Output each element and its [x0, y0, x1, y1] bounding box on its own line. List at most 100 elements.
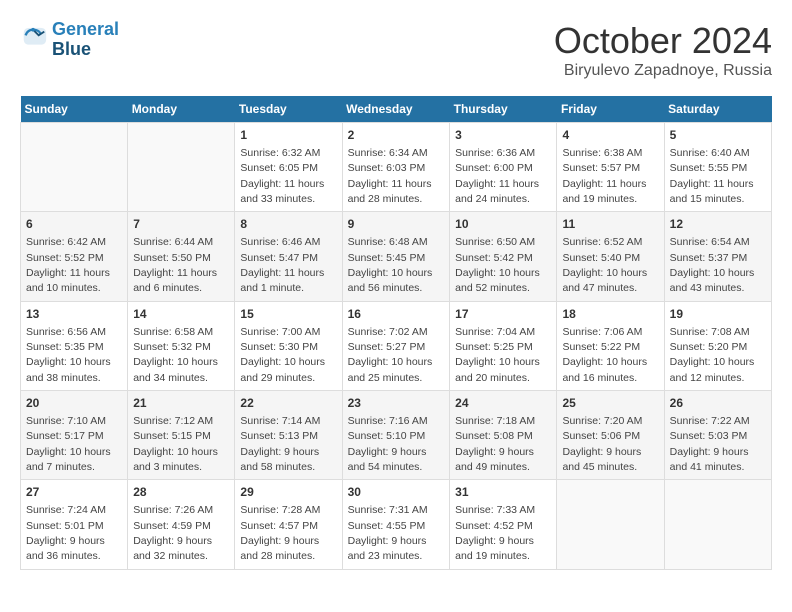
calendar-cell: 31 Sunrise: 7:33 AM Sunset: 4:52 PM Dayli… [450, 480, 557, 569]
day-number: 19 [670, 306, 766, 323]
weekday-header-monday: Monday [128, 96, 235, 123]
calendar-cell: 27Sunrise: 7:24 AM Sunset: 5:01 PM Dayli… [21, 480, 128, 569]
calendar-cell: 20Sunrise: 7:10 AM Sunset: 5:17 PM Dayli… [21, 391, 128, 480]
day-detail: Sunrise: 6:56 AM Sunset: 5:35 PM Dayligh… [26, 326, 111, 384]
day-detail: Sunrise: 6:50 AM Sunset: 5:42 PM Dayligh… [455, 236, 540, 294]
day-number: 1 [240, 127, 336, 144]
day-number: 5 [670, 127, 766, 144]
day-detail: Sunrise: 7:06 AM Sunset: 5:22 PM Dayligh… [562, 326, 647, 384]
day-number: 12 [670, 216, 766, 233]
day-detail: Sunrise: 6:34 AM Sunset: 6:03 PM Dayligh… [348, 147, 432, 205]
day-number: 9 [348, 216, 445, 233]
day-number: 7 [133, 216, 229, 233]
calendar-cell: 19 Sunrise: 7:08 AM Sunset: 5:20 PM Dayli… [664, 301, 771, 390]
day-detail: Sunrise: 7:18 AM Sunset: 5:08 PM Dayligh… [455, 415, 535, 473]
calendar-cell: 17 Sunrise: 7:04 AM Sunset: 5:25 PM Dayli… [450, 301, 557, 390]
weekday-header-thursday: Thursday [450, 96, 557, 123]
weekday-header-friday: Friday [557, 96, 664, 123]
day-number: 18 [562, 306, 658, 323]
title-block: October 2024 Biryulevo Zapadnoye, Russia [554, 20, 772, 80]
day-detail: Sunrise: 6:38 AM Sunset: 5:57 PM Dayligh… [562, 147, 646, 205]
logo-line1: General [52, 20, 119, 40]
calendar-cell [128, 123, 235, 212]
day-detail: Sunrise: 6:42 AM Sunset: 5:52 PM Dayligh… [26, 236, 110, 294]
calendar-cell: 30Sunrise: 7:31 AM Sunset: 4:55 PM Dayli… [342, 480, 450, 569]
day-detail: Sunrise: 6:58 AM Sunset: 5:32 PM Dayligh… [133, 326, 218, 384]
calendar-cell: 11Sunrise: 6:52 AM Sunset: 5:40 PM Dayli… [557, 212, 664, 301]
day-detail: Sunrise: 7:22 AM Sunset: 5:03 PM Dayligh… [670, 415, 750, 473]
day-number: 6 [26, 216, 122, 233]
month-title: October 2024 [554, 20, 772, 62]
day-number: 31 [455, 484, 551, 501]
day-detail: Sunrise: 7:10 AM Sunset: 5:17 PM Dayligh… [26, 415, 111, 473]
day-detail: Sunrise: 7:00 AM Sunset: 5:30 PM Dayligh… [240, 326, 325, 384]
calendar-cell [664, 480, 771, 569]
calendar-cell: 4 Sunrise: 6:38 AM Sunset: 5:57 PM Daylig… [557, 123, 664, 212]
calendar-cell: 13 Sunrise: 6:56 AM Sunset: 5:35 PM Dayli… [21, 301, 128, 390]
calendar-cell: 22 Sunrise: 7:14 AM Sunset: 5:13 PM Dayli… [235, 391, 342, 480]
calendar-cell: 6 Sunrise: 6:42 AM Sunset: 5:52 PM Daylig… [21, 212, 128, 301]
day-number: 17 [455, 306, 551, 323]
day-detail: Sunrise: 7:16 AM Sunset: 5:10 PM Dayligh… [348, 415, 428, 473]
week-row-2: 6 Sunrise: 6:42 AM Sunset: 5:52 PM Daylig… [21, 212, 772, 301]
day-detail: Sunrise: 6:48 AM Sunset: 5:45 PM Dayligh… [348, 236, 433, 294]
day-detail: Sunrise: 7:24 AM Sunset: 5:01 PM Dayligh… [26, 504, 106, 562]
calendar-cell: 2 Sunrise: 6:34 AM Sunset: 6:03 PM Daylig… [342, 123, 450, 212]
calendar-cell: 25Sunrise: 7:20 AM Sunset: 5:06 PM Dayli… [557, 391, 664, 480]
weekday-header-saturday: Saturday [664, 96, 771, 123]
day-detail: Sunrise: 7:14 AM Sunset: 5:13 PM Dayligh… [240, 415, 320, 473]
day-detail: Sunrise: 6:46 AM Sunset: 5:47 PM Dayligh… [240, 236, 324, 294]
calendar-cell: 24 Sunrise: 7:18 AM Sunset: 5:08 PM Dayli… [450, 391, 557, 480]
calendar-cell: 8 Sunrise: 6:46 AM Sunset: 5:47 PM Daylig… [235, 212, 342, 301]
day-number: 4 [562, 127, 658, 144]
day-number: 21 [133, 395, 229, 412]
day-detail: Sunrise: 7:28 AM Sunset: 4:57 PM Dayligh… [240, 504, 320, 562]
day-number: 26 [670, 395, 766, 412]
calendar-table: SundayMondayTuesdayWednesdayThursdayFrid… [20, 96, 772, 570]
day-number: 29 [240, 484, 336, 501]
week-row-1: 1 Sunrise: 6:32 AM Sunset: 6:05 PM Daylig… [21, 123, 772, 212]
weekday-header-row: SundayMondayTuesdayWednesdayThursdayFrid… [21, 96, 772, 123]
location-title: Biryulevo Zapadnoye, Russia [554, 62, 772, 80]
day-detail: Sunrise: 6:44 AM Sunset: 5:50 PM Dayligh… [133, 236, 217, 294]
weekday-header-tuesday: Tuesday [235, 96, 342, 123]
day-number: 10 [455, 216, 551, 233]
calendar-cell: 21Sunrise: 7:12 AM Sunset: 5:15 PM Dayli… [128, 391, 235, 480]
day-detail: Sunrise: 6:40 AM Sunset: 5:55 PM Dayligh… [670, 147, 754, 205]
calendar-cell: 15 Sunrise: 7:00 AM Sunset: 5:30 PM Dayli… [235, 301, 342, 390]
calendar-cell: 23 Sunrise: 7:16 AM Sunset: 5:10 PM Dayli… [342, 391, 450, 480]
day-number: 13 [26, 306, 122, 323]
day-detail: Sunrise: 7:33 AM Sunset: 4:52 PM Dayligh… [455, 504, 535, 562]
calendar-cell [21, 123, 128, 212]
calendar-cell: 10 Sunrise: 6:50 AM Sunset: 5:42 PM Dayli… [450, 212, 557, 301]
day-number: 28 [133, 484, 229, 501]
day-number: 8 [240, 216, 336, 233]
week-row-3: 13 Sunrise: 6:56 AM Sunset: 5:35 PM Dayli… [21, 301, 772, 390]
day-number: 30 [348, 484, 445, 501]
calendar-cell: 18 Sunrise: 7:06 AM Sunset: 5:22 PM Dayli… [557, 301, 664, 390]
calendar-cell: 12Sunrise: 6:54 AM Sunset: 5:37 PM Dayli… [664, 212, 771, 301]
week-row-4: 20Sunrise: 7:10 AM Sunset: 5:17 PM Dayli… [21, 391, 772, 480]
calendar-cell: 7 Sunrise: 6:44 AM Sunset: 5:50 PM Daylig… [128, 212, 235, 301]
calendar-cell: 9 Sunrise: 6:48 AM Sunset: 5:45 PM Daylig… [342, 212, 450, 301]
day-number: 22 [240, 395, 336, 412]
calendar-cell: 5 Sunrise: 6:40 AM Sunset: 5:55 PM Daylig… [664, 123, 771, 212]
calendar-cell: 29 Sunrise: 7:28 AM Sunset: 4:57 PM Dayli… [235, 480, 342, 569]
day-number: 23 [348, 395, 445, 412]
day-detail: Sunrise: 7:08 AM Sunset: 5:20 PM Dayligh… [670, 326, 755, 384]
calendar-cell: 28 Sunrise: 7:26 AM Sunset: 4:59 PM Dayli… [128, 480, 235, 569]
calendar-cell: 16Sunrise: 7:02 AM Sunset: 5:27 PM Dayli… [342, 301, 450, 390]
logo-line2: Blue [52, 40, 119, 60]
weekday-header-sunday: Sunday [21, 96, 128, 123]
day-number: 15 [240, 306, 336, 323]
day-detail: Sunrise: 7:20 AM Sunset: 5:06 PM Dayligh… [562, 415, 642, 473]
day-detail: Sunrise: 6:32 AM Sunset: 6:05 PM Dayligh… [240, 147, 324, 205]
day-number: 2 [348, 127, 445, 144]
day-detail: Sunrise: 7:26 AM Sunset: 4:59 PM Dayligh… [133, 504, 213, 562]
page-header: General Blue October 2024 Biryulevo Zapa… [20, 20, 772, 80]
day-detail: Sunrise: 7:04 AM Sunset: 5:25 PM Dayligh… [455, 326, 540, 384]
day-number: 24 [455, 395, 551, 412]
calendar-cell: 14Sunrise: 6:58 AM Sunset: 5:32 PM Dayli… [128, 301, 235, 390]
calendar-cell: 26 Sunrise: 7:22 AM Sunset: 5:03 PM Dayli… [664, 391, 771, 480]
logo-icon [20, 26, 48, 54]
